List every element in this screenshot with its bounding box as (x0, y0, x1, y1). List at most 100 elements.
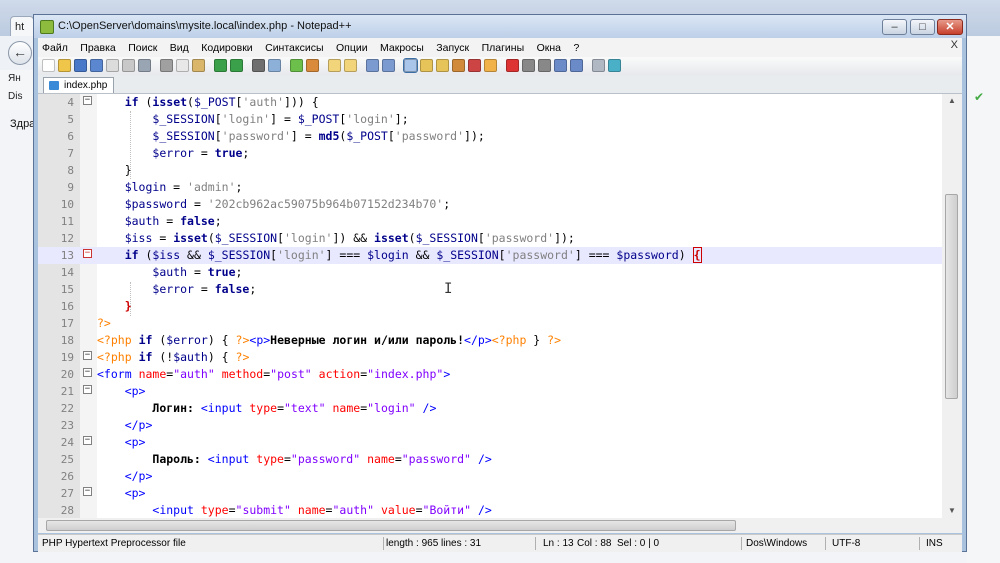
bookmarks-bar: Ян Dis (0, 70, 36, 110)
bookmark-item[interactable]: Dis (0, 88, 36, 106)
copy-icon[interactable] (176, 59, 189, 72)
save-macro-icon[interactable] (570, 59, 583, 72)
undo-icon[interactable] (214, 59, 227, 72)
code-editor[interactable]: 4− if (isset($_POST['auth'])) { 5 $_SESS… (38, 94, 942, 518)
vertical-scrollbar[interactable]: ▲ ▼ (942, 94, 962, 518)
code-line: 14 $auth = true; (60, 265, 243, 279)
new-file-icon[interactable] (42, 59, 55, 72)
document-tab-bar: index.php (38, 75, 962, 94)
monitoring-icon[interactable] (484, 59, 497, 72)
close-icon[interactable] (106, 59, 119, 72)
menu-language[interactable]: Синтаксисы (261, 39, 327, 58)
status-col: Col : 88 (577, 538, 612, 549)
scrollbar-corner (942, 518, 962, 533)
status-separator (535, 537, 536, 550)
menu-help[interactable]: ? (569, 39, 583, 58)
code-line: 11 $auth = false; (60, 214, 222, 228)
minimize-button[interactable]: – (882, 19, 907, 35)
status-ln: Ln : 13 (543, 538, 574, 549)
notepadpp-app-icon (40, 20, 54, 34)
code-line: 4− if (isset($_POST['auth'])) { (67, 95, 319, 109)
status-encoding: UTF-8 (832, 538, 861, 549)
code-line: 27− <p> (60, 486, 146, 500)
code-line: 20− <form name="auth" method="post" actio… (60, 367, 451, 381)
folder-as-workspace-icon[interactable] (468, 59, 481, 72)
tab-label: index.php (64, 80, 108, 91)
sync-vertical-icon[interactable] (328, 59, 341, 72)
status-separator (919, 537, 920, 550)
vertical-scroll-thumb[interactable] (945, 194, 958, 399)
indent-guide-icon[interactable] (403, 58, 418, 73)
file-saved-icon (49, 81, 59, 90)
close-all-icon[interactable] (122, 59, 135, 72)
maximize-button[interactable]: □ (910, 19, 935, 35)
horizontal-scroll-thumb[interactable] (46, 520, 736, 531)
code-line: 24− <p> (60, 435, 146, 449)
notepadpp-window: C:\OpenServer\domains\mysite.local\index… (33, 14, 967, 552)
paste-icon[interactable] (192, 59, 205, 72)
menu-bar: Файл Правка Поиск Вид Кодировки Синтакси… (38, 38, 962, 57)
browser-tab[interactable]: ht (10, 16, 34, 36)
status-separator (741, 537, 742, 550)
spell-check-icon[interactable] (608, 59, 621, 72)
open-file-icon[interactable] (58, 59, 71, 72)
window-title: C:\OpenServer\domains\mysite.local\index… (58, 20, 352, 32)
code-line: 28 <input type="submit" name="auth" valu… (60, 503, 492, 517)
code-line: 21− <p> (60, 384, 146, 398)
code-line: 19− <?php if (!$auth) { ?> (60, 350, 250, 364)
zoom-in-icon[interactable] (290, 59, 303, 72)
function-list-icon[interactable] (452, 59, 465, 72)
code-line: 17 ?> (60, 316, 111, 330)
menu-window[interactable]: Окна (533, 39, 565, 58)
code-line: 12 $iss = isset($_SESSION['login']) && i… (60, 231, 575, 245)
code-line: 8 } (67, 163, 132, 177)
menu-search[interactable]: Поиск (124, 39, 161, 58)
current-code-line: 13− if ($iss && $_SESSION['login'] === $… (38, 247, 942, 264)
record-macro-icon[interactable] (506, 59, 519, 72)
play-macro-icon[interactable] (538, 59, 551, 72)
scroll-up-icon[interactable]: ▲ (948, 96, 956, 105)
back-arrow-icon[interactable]: ← (8, 41, 32, 65)
word-wrap-icon[interactable] (366, 59, 379, 72)
status-eol: Dos\Windows (746, 538, 808, 549)
close-button[interactable]: ✕ (937, 19, 963, 35)
horizontal-scrollbar[interactable] (38, 518, 942, 533)
check-icon[interactable]: ✔ (974, 90, 984, 104)
print-icon[interactable] (138, 59, 151, 72)
cut-icon[interactable] (160, 59, 173, 72)
scroll-down-icon[interactable]: ▼ (948, 506, 956, 515)
status-separator (383, 537, 384, 550)
doc-map-icon[interactable] (436, 59, 449, 72)
menu-file[interactable]: Файл (38, 39, 72, 58)
bookmark-item[interactable]: Ян (0, 70, 36, 88)
menu-view[interactable]: Вид (166, 39, 193, 58)
sync-horizontal-icon[interactable] (344, 59, 357, 72)
replace-icon[interactable] (268, 59, 281, 72)
menu-plugins[interactable]: Плагины (478, 39, 529, 58)
stop-macro-icon[interactable] (522, 59, 535, 72)
menu-settings[interactable]: Опции (332, 39, 372, 58)
redo-icon[interactable] (230, 59, 243, 72)
menu-macro[interactable]: Макросы (376, 39, 428, 58)
code-line: 10 $password = '202cb962ac59075b964b0715… (60, 197, 451, 211)
menu-run[interactable]: Запуск (432, 39, 473, 58)
save-icon[interactable] (74, 59, 87, 72)
show-all-chars-icon[interactable] (382, 59, 395, 72)
find-icon[interactable] (252, 59, 265, 72)
user-language-icon[interactable] (420, 59, 433, 72)
title-bar[interactable]: C:\OpenServer\domains\mysite.local\index… (34, 15, 966, 38)
code-line: 16 } (60, 299, 132, 313)
zoom-out-icon[interactable] (306, 59, 319, 72)
status-lines: lines : 31 (441, 538, 482, 549)
run-macro-multiple-icon[interactable] (554, 59, 567, 72)
status-file-type: PHP Hypertext Preprocessor file (42, 538, 186, 549)
tab-index-php[interactable]: index.php (43, 77, 115, 93)
code-line: 15 $error = false; (60, 282, 257, 296)
close-document-icon[interactable]: X (951, 39, 958, 51)
menu-edit[interactable]: Правка (76, 39, 119, 58)
browser-side-panel: ✔ (966, 36, 1000, 563)
launch-browser-icon[interactable] (592, 59, 605, 72)
code-line: 9 $login = 'admin'; (67, 180, 243, 194)
save-all-icon[interactable] (90, 59, 103, 72)
menu-encoding[interactable]: Кодировки (197, 39, 256, 58)
